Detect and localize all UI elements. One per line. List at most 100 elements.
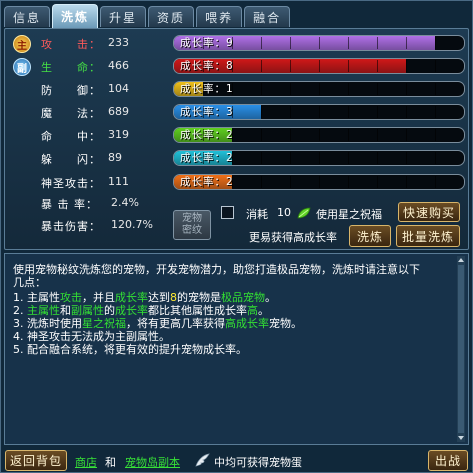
stat-label: 暴 击 率： <box>41 198 98 211</box>
bar-segment-divider <box>406 106 407 118</box>
refine-button[interactable]: 洗炼 <box>349 225 391 247</box>
deploy-button[interactable]: 出战 <box>428 450 468 471</box>
info-text: ，将有更高几率获得 <box>126 317 225 330</box>
bar-segment-divider <box>319 60 320 72</box>
growth-rate-bar: 成长率：9 <box>173 35 465 51</box>
stat-label: 魔 法： <box>41 107 101 120</box>
stat-row: 副生 命： 466 成长率：8 <box>5 55 468 77</box>
stat-value: 104 <box>108 82 129 95</box>
bar-segment-divider <box>348 152 349 164</box>
quick-buy-label: 快速购买 <box>402 205 455 220</box>
tab-feed[interactable]: 喂养 <box>196 6 243 27</box>
tab-refine[interactable]: 洗炼 <box>52 4 99 28</box>
bar-segment-divider <box>406 60 407 72</box>
bar-segment-divider <box>348 106 349 118</box>
bar-segment-divider <box>319 129 320 141</box>
tab-fusion[interactable]: 融合 <box>244 6 291 27</box>
stat-row: 主攻 击： 233 成长率：9 <box>5 32 468 54</box>
stat-value: 89 <box>108 151 122 164</box>
info-text: 1. 主属性 <box>13 291 60 304</box>
blessing-checkbox[interactable] <box>221 206 234 219</box>
growth-rate-text: 成长率：9 <box>180 37 234 49</box>
wing-icon <box>195 453 210 467</box>
info-text: 宠物。 <box>269 317 302 330</box>
stat-value: 111 <box>108 175 129 188</box>
stat-label: 神圣攻击： <box>41 177 101 190</box>
stat-row: 防 御： 104 成长率：1 <box>5 78 468 100</box>
info-text: 的宠物是 <box>177 291 221 304</box>
info-highlight: 星之祝福 <box>82 317 126 330</box>
blessing-hint: 更易获得高成长率 <box>249 231 337 244</box>
stat-label: 生 命： <box>41 61 101 74</box>
bar-segment-divider <box>435 129 436 141</box>
stat-value: 2.4% <box>111 196 139 209</box>
info-highlight: 攻击 <box>60 291 82 304</box>
info-line-5: 3. 洗炼时使用星之祝福，将有更高几率获得高成长率宠物。 <box>13 318 302 330</box>
sub-attribute-badge: 副 <box>13 58 31 76</box>
info-text: 都比其他属性成长率 <box>148 304 247 317</box>
stat-value: 233 <box>108 36 129 49</box>
bar-segment-divider <box>406 37 407 49</box>
bar-segment-divider <box>261 152 262 164</box>
bar-segment-divider <box>377 129 378 141</box>
footer-bar: 返回背包 商店 和 宠物岛副本 中均可获得宠物蛋 出战 <box>1 448 472 473</box>
info-highlight: 主属性 <box>27 304 60 317</box>
growth-rate-text: 成长率：1 <box>180 83 234 95</box>
bar-segment-divider <box>261 37 262 49</box>
instructions-box: 使用宠物秘纹洗炼您的宠物，开发宠物潜力，助您打造极品宠物，洗炼时请注意以下 几点… <box>4 253 469 445</box>
bar-segment-divider <box>261 60 262 72</box>
info-scrollbar[interactable] <box>457 256 465 442</box>
stat-value: 689 <box>108 105 129 118</box>
bar-segment-divider <box>406 129 407 141</box>
bar-segment-divider <box>435 60 436 72</box>
bar-segment-divider <box>319 176 320 188</box>
bar-segment-divider <box>406 83 407 95</box>
egg-tip-text: 中均可获得宠物蛋 <box>214 456 302 469</box>
pet-island-dungeon-link[interactable]: 宠物岛副本 <box>125 454 180 470</box>
bar-segment-divider <box>261 83 262 95</box>
quick-buy-button[interactable]: 快速购买 <box>398 202 460 222</box>
bar-segment-divider <box>290 83 291 95</box>
bar-segment-divider <box>435 106 436 118</box>
bar-segment-divider <box>290 60 291 72</box>
consume-count: 10 <box>277 206 291 219</box>
growth-rate-bar: 成长率：2 <box>173 150 465 166</box>
bar-segment-divider <box>290 106 291 118</box>
stat-label: 命 中： <box>41 130 101 143</box>
growth-rate-text: 成长率：2 <box>180 152 234 164</box>
bar-segment-divider <box>319 152 320 164</box>
bar-segment-divider <box>348 129 349 141</box>
pet-rune-button[interactable]: 宠物 密纹 <box>173 210 211 240</box>
tab-star-up[interactable]: 升星 <box>100 6 147 27</box>
bar-segment-divider <box>406 152 407 164</box>
bar-segment-divider <box>435 83 436 95</box>
back-to-bag-button[interactable]: 返回背包 <box>5 450 67 471</box>
growth-rate-bar: 成长率：1 <box>173 81 465 97</box>
main-attribute-badge: 主 <box>13 35 31 53</box>
info-highlight: 高 <box>247 304 258 317</box>
bar-segment-divider <box>435 37 436 49</box>
info-line-3: 1. 主属性攻击，并且成长率达到8的宠物是极品宠物。 <box>13 292 276 304</box>
consume-label: 消耗 <box>246 208 268 221</box>
refine-label: 洗炼 <box>356 229 383 244</box>
batch-refine-button[interactable]: 批量洗炼 <box>396 225 460 247</box>
info-line-1: 使用宠物秘纹洗炼您的宠物，开发宠物潜力，助您打造极品宠物，洗炼时请注意以下 <box>13 263 420 276</box>
growth-rate-text: 成长率：2 <box>180 129 234 141</box>
batch-refine-label: 批量洗炼 <box>401 229 454 244</box>
growth-rate-text: 成长率：2 <box>180 176 234 188</box>
info-text: 。 <box>265 291 276 304</box>
bar-segment-divider <box>348 60 349 72</box>
info-text: ，并且 <box>82 291 115 304</box>
shop-link[interactable]: 商店 <box>75 454 97 470</box>
info-line-2: 几点： <box>13 276 46 289</box>
info-text: 达到 <box>148 291 170 304</box>
bar-segment-divider <box>348 83 349 95</box>
bar-segment-divider <box>319 37 320 49</box>
back-to-bag-label: 返回背包 <box>9 454 62 468</box>
bar-segment-divider <box>290 152 291 164</box>
and-text: 和 <box>105 456 116 469</box>
tab-aptitude[interactable]: 资质 <box>148 6 195 27</box>
growth-rate-bar: 成长率：8 <box>173 58 465 74</box>
tab-info[interactable]: 信息 <box>4 6 51 27</box>
info-highlight: 成长率 <box>115 304 148 317</box>
